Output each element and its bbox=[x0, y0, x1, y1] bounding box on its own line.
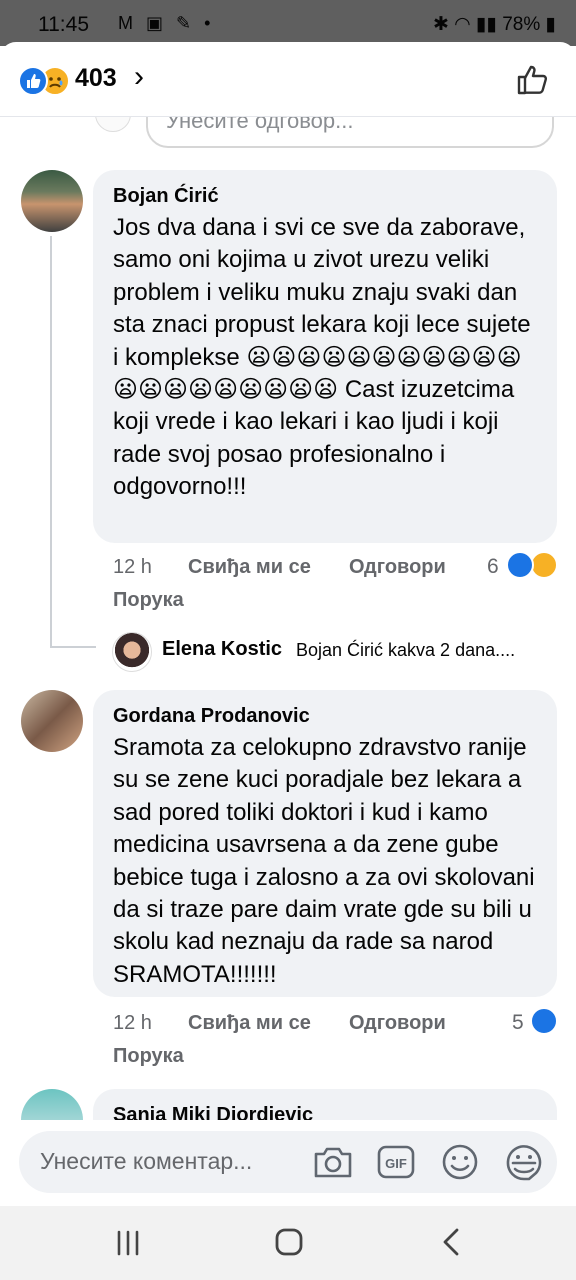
reply-preview-text[interactable]: Bojan Ćirić kakva 2 dana.... bbox=[296, 640, 515, 661]
like-comment-button[interactable]: Свиђа ми се bbox=[188, 556, 311, 579]
status-notification-icons: M ▣ ✎ • bbox=[118, 13, 215, 33]
comment-time: 12 h bbox=[113, 556, 152, 578]
message-button[interactable]: Порука bbox=[113, 589, 184, 612]
sad-reaction-icon bbox=[530, 551, 558, 579]
status-right: ✱ ◠ ▮▮ 78% ▮ bbox=[433, 13, 556, 36]
signal-icon: ▮▮ bbox=[476, 14, 497, 35]
comment-reaction-count[interactable]: 6 bbox=[487, 555, 499, 579]
message-button[interactable]: Порука bbox=[113, 1045, 184, 1068]
like-reaction-icon bbox=[18, 66, 48, 96]
bluetooth-icon: ✱ bbox=[432, 14, 449, 35]
battery-icon: ▮ bbox=[545, 14, 556, 35]
comment-author[interactable]: Bojan Ćirić bbox=[113, 182, 537, 210]
recent-apps-icon[interactable] bbox=[112, 1228, 144, 1258]
comment-time: 12 h bbox=[113, 1012, 152, 1034]
like-reaction-icon bbox=[530, 1007, 558, 1035]
back-icon[interactable] bbox=[437, 1226, 465, 1258]
reaction-count[interactable]: 403 bbox=[75, 64, 117, 93]
emoji-icon[interactable] bbox=[440, 1142, 480, 1182]
like-post-button[interactable] bbox=[515, 62, 551, 98]
chevron-right-icon[interactable]: › bbox=[134, 60, 144, 94]
thumbs-up-icon bbox=[517, 65, 548, 95]
comment-bubble[interactable]: Gordana Prodanovic Sramota za celokupno … bbox=[93, 690, 557, 997]
camera-icon[interactable] bbox=[312, 1142, 354, 1182]
home-icon[interactable] bbox=[273, 1226, 305, 1258]
avatar[interactable] bbox=[21, 690, 83, 752]
like-comment-button[interactable]: Свиђа ми се bbox=[188, 1012, 311, 1035]
comment-reaction-count[interactable]: 5 bbox=[512, 1011, 524, 1035]
reply-author[interactable]: Elena Kostic bbox=[162, 638, 282, 661]
avatar[interactable] bbox=[21, 170, 83, 232]
thread-line bbox=[50, 236, 52, 648]
sticker-icon[interactable] bbox=[503, 1141, 545, 1183]
reply-button[interactable]: Одговори bbox=[349, 556, 446, 579]
like-reaction-icon bbox=[506, 551, 534, 579]
avatar[interactable] bbox=[112, 632, 152, 672]
comment-input-placeholder[interactable]: Унесите коментар... bbox=[40, 1148, 252, 1175]
comment-text: Sramota za celokupno zdravstvo ranije su… bbox=[113, 734, 535, 988]
comment-text: Jos dva dana i svi ce sve da zaborave, s… bbox=[113, 214, 531, 501]
battery-percent: 78% bbox=[502, 14, 541, 35]
thread-line-branch bbox=[50, 646, 96, 648]
status-time: 11:45 bbox=[38, 13, 89, 36]
comment-bubble[interactable]: Bojan Ćirić Jos dva dana i svi ce sve da… bbox=[93, 170, 557, 543]
comment-author[interactable]: Gordana Prodanovic bbox=[113, 702, 537, 730]
reply-button[interactable]: Одговори bbox=[349, 1012, 446, 1035]
gif-icon[interactable]: GIF bbox=[376, 1142, 416, 1182]
svg-text:GIF: GIF bbox=[385, 1156, 407, 1171]
wifi-icon: ◠ bbox=[454, 14, 471, 35]
